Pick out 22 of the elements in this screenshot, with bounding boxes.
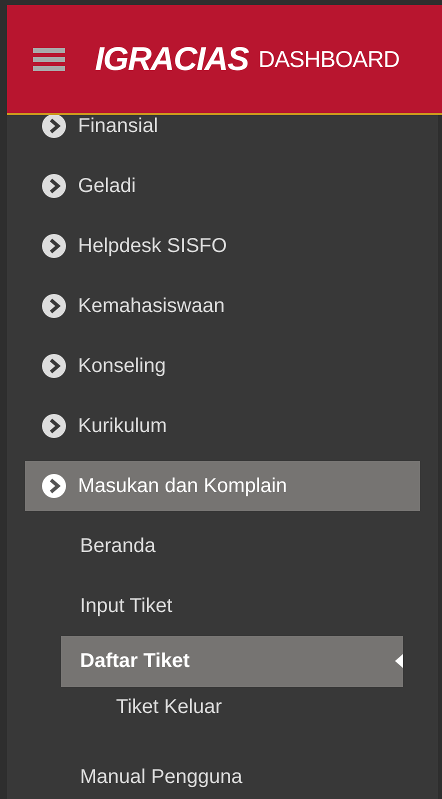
chevron-circle-icon — [42, 474, 66, 498]
submenu-item[interactable]: Tiket Keluar — [7, 687, 438, 727]
logo: IGRACIAS — [95, 40, 248, 78]
chevron-circle-icon — [42, 234, 66, 258]
menu-item[interactable]: Finansial — [7, 115, 438, 156]
submenu-item[interactable]: Daftar Tiket — [61, 636, 403, 687]
menu-item[interactable]: Kurikulum — [7, 396, 438, 456]
chevron-circle-icon — [42, 354, 66, 378]
menu-item[interactable]: Konseling — [7, 336, 438, 396]
submenu-item[interactable]: Manual Pengguna — [7, 747, 438, 799]
menu-icon[interactable] — [33, 46, 65, 72]
chevron-circle-icon — [42, 414, 66, 438]
page-title: DASHBOARD — [258, 46, 400, 72]
menu-item[interactable]: Kemahasiswaan — [7, 276, 438, 336]
pointer-icon — [395, 654, 403, 668]
menu-item[interactable]: Geladi — [7, 156, 438, 216]
menu-item[interactable]: Helpdesk SISFO — [7, 216, 438, 276]
submenu-item[interactable]: Input Tiket — [7, 576, 438, 636]
chevron-circle-icon — [42, 294, 66, 318]
menu-item[interactable]: Masukan dan Komplain — [25, 461, 420, 511]
chevron-circle-icon — [42, 174, 66, 198]
submenu-item[interactable]: Beranda — [7, 516, 438, 576]
